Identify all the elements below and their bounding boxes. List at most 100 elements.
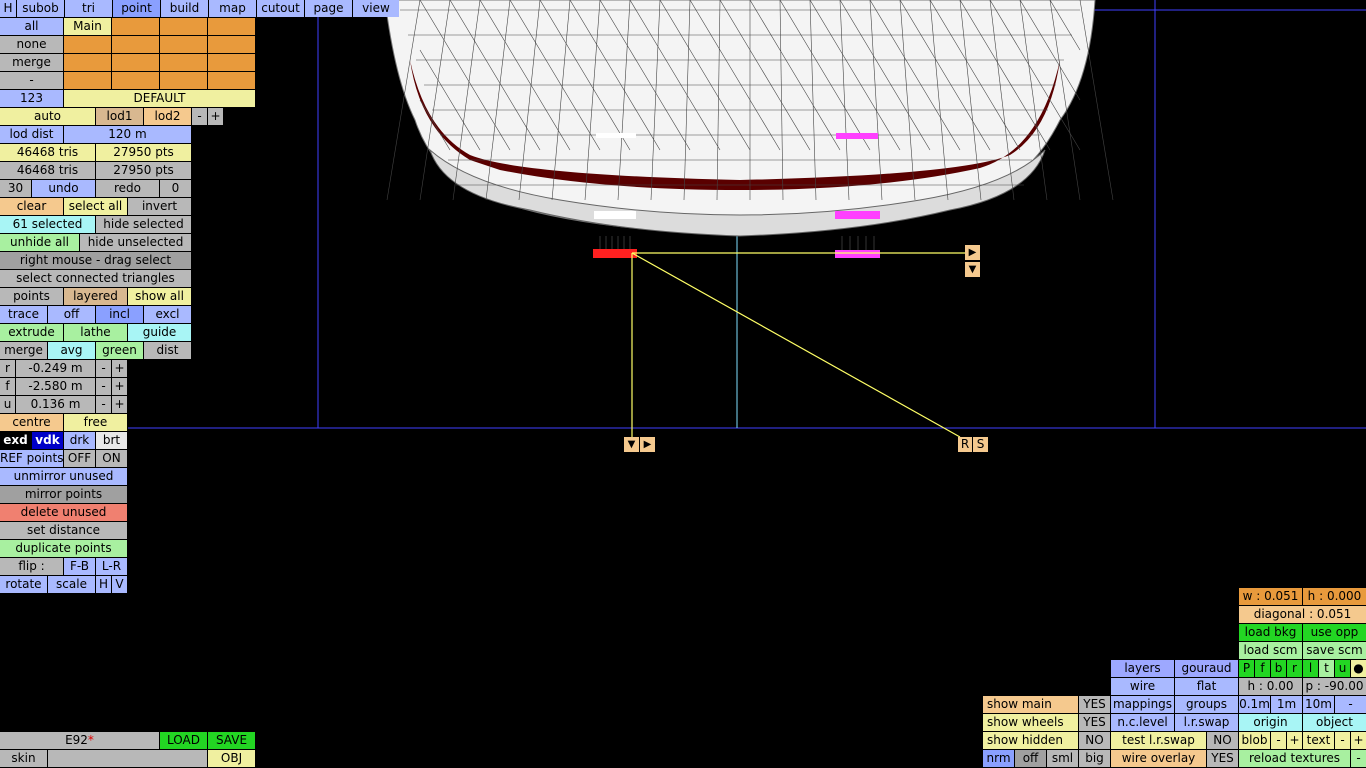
layer-slot[interactable] xyxy=(208,72,255,89)
grid-1m-button[interactable]: 1m xyxy=(1271,696,1302,713)
wire-overlay-toggle[interactable]: YES xyxy=(1207,750,1238,767)
rotate-button[interactable]: rotate xyxy=(0,576,47,593)
select-all-points-button[interactable]: select all xyxy=(64,198,127,215)
select-connected-button[interactable]: select connected triangles xyxy=(0,270,191,287)
view-dot-button[interactable]: ● xyxy=(1351,660,1366,677)
view-b-button[interactable]: b xyxy=(1271,660,1286,677)
trace-excl-button[interactable]: excl xyxy=(144,306,191,323)
groups-button[interactable]: groups xyxy=(1175,696,1238,713)
gizmo-move-down-handle[interactable]: ▼ xyxy=(965,262,980,277)
unmirror-unused-button[interactable]: unmirror unused xyxy=(0,468,127,485)
coord-r-minus[interactable]: - xyxy=(96,360,111,377)
lod1-button[interactable]: lod1 xyxy=(96,108,143,125)
tab-view[interactable]: view xyxy=(353,0,399,17)
object-button[interactable]: object xyxy=(1303,714,1366,731)
coord-u-plus[interactable]: + xyxy=(112,396,127,413)
coord-f-value[interactable]: -2.580 m xyxy=(16,378,95,395)
select-none-button[interactable]: none xyxy=(0,36,63,53)
layer-slot[interactable] xyxy=(160,72,207,89)
test-lr-swap-toggle[interactable]: NO xyxy=(1207,732,1238,749)
trace-button[interactable]: trace xyxy=(0,306,47,323)
view-p-button[interactable]: P xyxy=(1239,660,1254,677)
mappings-button[interactable]: mappings xyxy=(1111,696,1174,713)
wire-overlay-label[interactable]: wire overlay xyxy=(1111,750,1206,767)
unhide-all-button[interactable]: unhide all xyxy=(0,234,79,251)
duplicate-points-button[interactable]: duplicate points xyxy=(0,540,127,557)
brightness-drk-button[interactable]: drk xyxy=(64,432,95,449)
lr-swap-button[interactable]: l.r.swap xyxy=(1175,714,1238,731)
tab-map[interactable]: map xyxy=(209,0,256,17)
layer-slot[interactable] xyxy=(208,54,255,71)
render-sml-button[interactable]: sml xyxy=(1047,750,1078,767)
test-lr-swap-label[interactable]: test l.r.swap xyxy=(1111,732,1206,749)
view-l-button[interactable]: l xyxy=(1303,660,1318,677)
select-all-button[interactable]: all xyxy=(0,18,63,35)
load-bkg-button[interactable]: load bkg xyxy=(1239,624,1302,641)
hide-unselected-button[interactable]: hide unselected xyxy=(80,234,191,251)
dist-button[interactable]: dist xyxy=(144,342,191,359)
layer-slot[interactable] xyxy=(160,36,207,53)
mirror-points-button[interactable]: mirror points xyxy=(0,486,127,503)
gizmo-right-handle[interactable]: ▶ xyxy=(640,437,655,452)
layer-slot[interactable] xyxy=(112,54,159,71)
show-hidden-toggle[interactable]: NO xyxy=(1079,732,1110,749)
skin-field[interactable] xyxy=(48,750,207,767)
gizmo-move-right-handle[interactable]: ▶ xyxy=(965,245,980,260)
lathe-button[interactable]: lathe xyxy=(64,324,127,341)
layered-mode-button[interactable]: layered xyxy=(64,288,127,305)
view-f-button[interactable]: f xyxy=(1255,660,1270,677)
use-opp-button[interactable]: use opp xyxy=(1303,624,1366,641)
merge-button[interactable]: merge xyxy=(0,54,63,71)
coord-r-value[interactable]: -0.249 m xyxy=(16,360,95,377)
show-all-mode-button[interactable]: show all xyxy=(128,288,191,305)
coord-f-plus[interactable]: + xyxy=(112,378,127,395)
coord-u-value[interactable]: 0.136 m xyxy=(16,396,95,413)
lod-minus-button[interactable]: - xyxy=(192,108,207,125)
render-nrm-button[interactable]: nrm xyxy=(983,750,1014,767)
save-button[interactable]: SAVE xyxy=(208,732,255,749)
layer-slot[interactable] xyxy=(64,54,111,71)
avg-button[interactable]: avg xyxy=(48,342,95,359)
show-wheels-toggle[interactable]: YES xyxy=(1079,714,1110,731)
layer-slot[interactable] xyxy=(112,36,159,53)
tab-tri[interactable]: tri xyxy=(65,0,112,17)
ref-on-button[interactable]: ON xyxy=(96,450,127,467)
delete-unused-button[interactable]: delete unused xyxy=(0,504,127,521)
coord-f-minus[interactable]: - xyxy=(96,378,111,395)
show-main-toggle[interactable]: YES xyxy=(1079,696,1110,713)
reload-textures-button[interactable]: reload textures xyxy=(1239,750,1350,767)
undo-button[interactable]: undo xyxy=(32,180,95,197)
flip-lr-button[interactable]: L-R xyxy=(96,558,127,575)
blob-plus-button[interactable]: + xyxy=(1287,732,1302,749)
text-minus-button[interactable]: - xyxy=(1335,732,1350,749)
layer-slot[interactable] xyxy=(64,36,111,53)
gizmo-rotate-handle[interactable]: R xyxy=(958,437,972,452)
trace-incl-button[interactable]: incl xyxy=(96,306,143,323)
layer-slot[interactable] xyxy=(208,18,255,35)
invert-button[interactable]: invert xyxy=(128,198,191,215)
extrude-button[interactable]: extrude xyxy=(0,324,63,341)
layers-button[interactable]: layers xyxy=(1111,660,1174,677)
layer-slot[interactable] xyxy=(160,18,207,35)
guide-button[interactable]: guide xyxy=(128,324,191,341)
merge-mode-button[interactable]: merge xyxy=(0,342,47,359)
view-r-button[interactable]: r xyxy=(1287,660,1302,677)
ref-off-button[interactable]: OFF xyxy=(64,450,95,467)
layer-slot[interactable] xyxy=(208,36,255,53)
layer-slot[interactable] xyxy=(64,72,111,89)
blob-minus-button[interactable]: - xyxy=(1271,732,1286,749)
blob-button[interactable]: blob xyxy=(1239,732,1270,749)
clear-button[interactable]: clear xyxy=(0,198,63,215)
number-button[interactable]: 123 xyxy=(0,90,63,107)
centre-button[interactable]: centre xyxy=(0,414,63,431)
lod-auto-button[interactable]: auto xyxy=(0,108,95,125)
coord-r-plus[interactable]: + xyxy=(112,360,127,377)
default-layer-button[interactable]: DEFAULT xyxy=(64,90,255,107)
dash-button[interactable]: - xyxy=(0,72,63,89)
grid-minus-button[interactable]: - xyxy=(1335,696,1366,713)
tab-page[interactable]: page xyxy=(305,0,352,17)
tab-cutout[interactable]: cutout xyxy=(257,0,304,17)
view-t-button[interactable]: t xyxy=(1319,660,1334,677)
text-plus-button[interactable]: + xyxy=(1351,732,1366,749)
gouraud-button[interactable]: gouraud xyxy=(1175,660,1238,677)
